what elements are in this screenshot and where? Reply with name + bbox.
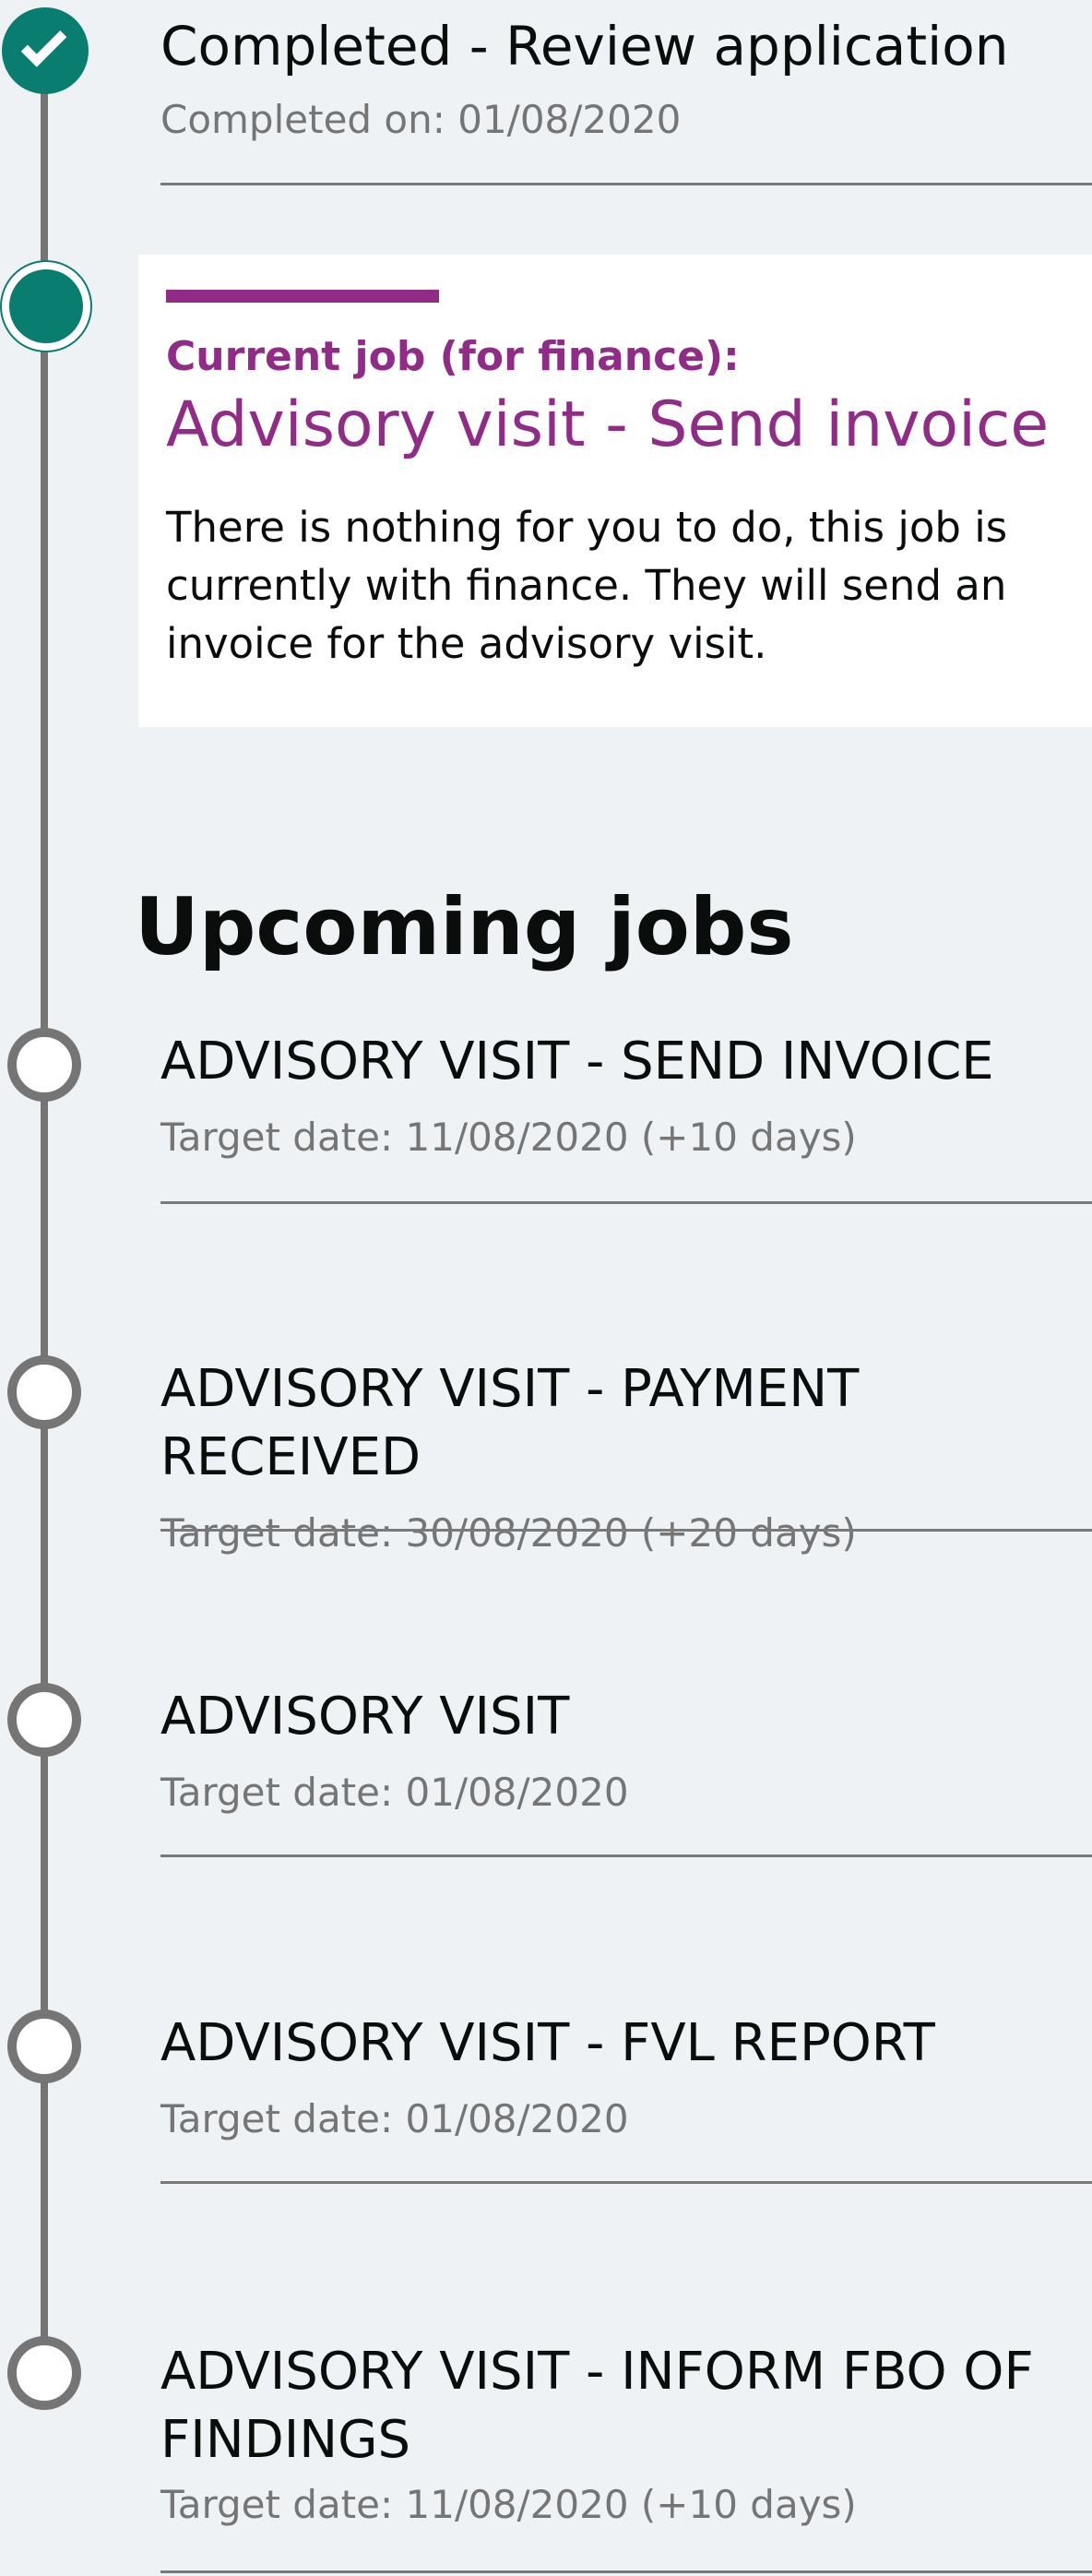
upcoming-job: ADVISORY VISIT - FVL REPORT Target date:… [160,2010,1092,2146]
upcoming-job-title: ADVISORY VISIT - INFORM FBO OF FINDINGS [160,2342,1034,2470]
current-job-title: Advisory visit - Send invoice [166,388,1050,461]
circle-icon [7,2010,81,2083]
upcoming-job-date: Target date: 11/08/2020 (+10 days) [160,2482,857,2527]
upcoming-job-title: ADVISORY VISIT [160,1687,570,1747]
divider [160,1201,1092,1204]
circle-icon [7,1028,81,1102]
divider [160,1529,1092,1532]
upcoming-job: ADVISORY VISIT - SEND INVOICE Target dat… [160,1028,1092,1164]
upcoming-job-date: Target date: 01/08/2020 [160,2096,629,2141]
upcoming-job-date: Target date: 30/08/2020 (+20 days) [160,1510,857,1556]
circle-icon [7,1355,81,1429]
job-timeline-page: Completed - Review application Completed… [0,0,1092,2576]
checkmark-glyph [20,21,67,67]
current-step-dot [2,262,90,351]
check-icon [2,7,89,94]
current-job-description: There is nothing for you to do, this job… [166,503,1008,668]
divider [160,1854,1092,1857]
upcoming-job-title: ADVISORY VISIT - PAYMENT RECEIVED [160,1359,860,1487]
circle-icon [7,2336,81,2410]
current-job-accent-bar [166,290,439,303]
upcoming-job: ADVISORY VISIT - INFORM FBO OF FINDINGS … [160,2338,1092,2532]
circle-icon [7,1683,81,1757]
completed-job: Completed - Review application Completed… [160,9,1092,148]
completed-job-date: Completed on: 01/08/2020 [160,97,682,142]
current-job-kicker: Current job (for finance): [166,333,740,380]
upcoming-job-date: Target date: 11/08/2020 (+10 days) [160,1115,857,1160]
current-job-card: Current job (for finance): Advisory visi… [138,255,1092,727]
upcoming-job: ADVISORY VISIT Target date: 01/08/2020 [160,1683,1092,1819]
upcoming-jobs-heading: Upcoming jobs [135,881,794,973]
divider [160,2570,1092,2573]
upcoming-job-date: Target date: 01/08/2020 [160,1770,629,1815]
divider [160,2181,1092,2184]
completed-job-title: Completed - Review application [160,15,1009,78]
upcoming-job-title: ADVISORY VISIT - FVL REPORT [160,2013,935,2073]
upcoming-job-title: ADVISORY VISIT - SEND INVOICE [160,1032,994,1091]
divider [160,183,1092,185]
